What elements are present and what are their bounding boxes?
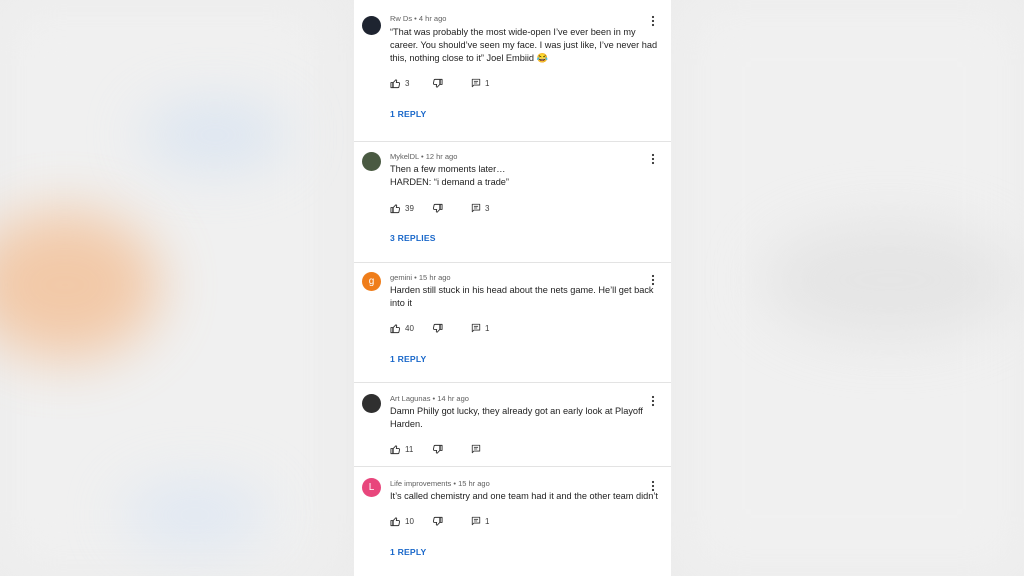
comment-icon (471, 444, 481, 454)
comment-text: Harden still stuck in his head about the… (390, 285, 654, 308)
like-button[interactable]: 3 (390, 76, 409, 90)
avatar[interactable]: L (362, 478, 381, 497)
like-button[interactable]: 10 (390, 514, 414, 528)
reply-button[interactable]: 3 (471, 201, 489, 215)
like-button[interactable]: 11 (390, 442, 413, 456)
avatar[interactable] (362, 152, 381, 171)
comment-time: 15 hr ago (418, 273, 451, 282)
like-count: 39 (405, 203, 414, 213)
comment-icon (471, 203, 481, 213)
reply-count: 1 (485, 323, 490, 333)
comment-icon (471, 516, 481, 526)
thumb-up-icon (390, 516, 401, 527)
thumb-up-icon (390, 78, 401, 89)
reply-button[interactable]: 1 (471, 514, 489, 528)
comment-thread: Art Lagunas • 14 hr ago Damn Philly got l… (354, 382, 671, 467)
avatar-letter: g (368, 276, 375, 287)
meta-separator: • (412, 273, 419, 282)
meta-separator: • (418, 152, 426, 161)
dislike-button[interactable] (432, 514, 443, 528)
thumb-down-icon (432, 444, 443, 455)
comment-meta: gemini • 15 hr ago (390, 273, 451, 282)
thumb-down-icon (432, 203, 443, 214)
comment-author[interactable]: MykelDL (390, 152, 419, 161)
like-count: 10 (405, 516, 414, 526)
avatar[interactable] (362, 394, 381, 413)
avatar[interactable]: g (362, 272, 381, 291)
comment-text: Then a few moments later… HARDEN: “i dem… (390, 164, 509, 187)
thumb-up-icon (390, 444, 401, 455)
comment-author[interactable]: gemini (390, 273, 412, 282)
like-count: 11 (405, 444, 414, 454)
thumb-down-icon (432, 323, 443, 334)
like-button[interactable]: 39 (390, 201, 414, 215)
avatar[interactable] (362, 16, 381, 35)
view-replies-link[interactable]: 1 REPLY (390, 354, 426, 364)
like-count: 40 (405, 323, 414, 333)
view-replies-link[interactable]: 1 REPLY (390, 547, 426, 557)
reply-count: 3 (485, 203, 490, 213)
dislike-button[interactable] (432, 442, 443, 456)
thumb-down-icon (432, 516, 443, 527)
comment-time: 12 hr ago (425, 152, 458, 161)
comment-text: “That was probably the most wide-open I’… (390, 27, 658, 63)
dislike-button[interactable] (432, 321, 443, 335)
reply-button[interactable]: 1 (471, 321, 489, 335)
thumb-up-icon (390, 323, 401, 334)
thumb-down-icon (432, 78, 443, 89)
meta-separator: • (412, 14, 419, 23)
comment-meta: Art Lagunas • 14 hr ago (390, 394, 469, 403)
comment-thread: g gemini • 15 hr ago Harden still stuck in… (354, 262, 671, 383)
comment-thread: MykelDL • 12 hr ago Then a few moments la… (354, 141, 671, 263)
comment-meta: MykelDL • 12 hr ago (390, 152, 457, 161)
comment-thread: Rw Ds • 4 hr ago “That was probably the m… (354, 0, 671, 142)
avatar-letter: L (368, 482, 375, 493)
comment-time: 14 hr ago (437, 394, 469, 403)
comment-icon (471, 323, 481, 333)
like-count: 3 (405, 78, 410, 88)
view-replies-link[interactable]: 1 REPLY (390, 109, 426, 119)
reply-count: 1 (485, 516, 490, 526)
comment-text: It’s called chemistry and one team had i… (390, 491, 658, 501)
reply-count: 1 (485, 78, 490, 88)
comment-time: 4 hr ago (418, 14, 447, 23)
reply-button[interactable] (471, 442, 485, 456)
like-button[interactable]: 40 (390, 321, 414, 335)
comment-thread: L Life improvements • 15 hr ago It’s calle… (354, 466, 671, 576)
thumb-up-icon (390, 203, 401, 214)
comment-meta: Life improvements • 15 hr ago (390, 479, 490, 488)
comment-author[interactable]: Rw Ds (390, 14, 412, 23)
comment-author[interactable]: Life improvements (390, 479, 451, 488)
dislike-button[interactable] (432, 201, 443, 215)
reply-button[interactable]: 1 (471, 76, 489, 90)
comment-icon (471, 78, 481, 88)
view-replies-link[interactable]: 3 REPLIES (390, 233, 436, 243)
comments-panel: Rw Ds • 4 hr ago “That was probably the m… (354, 0, 671, 576)
dislike-button[interactable] (432, 76, 443, 90)
comment-time: 15 hr ago (458, 479, 490, 488)
comment-meta: Rw Ds • 4 hr ago (390, 14, 446, 23)
comment-author[interactable]: Art Lagunas (390, 394, 430, 403)
comment-text: Damn Philly got lucky, they already got … (390, 406, 643, 429)
